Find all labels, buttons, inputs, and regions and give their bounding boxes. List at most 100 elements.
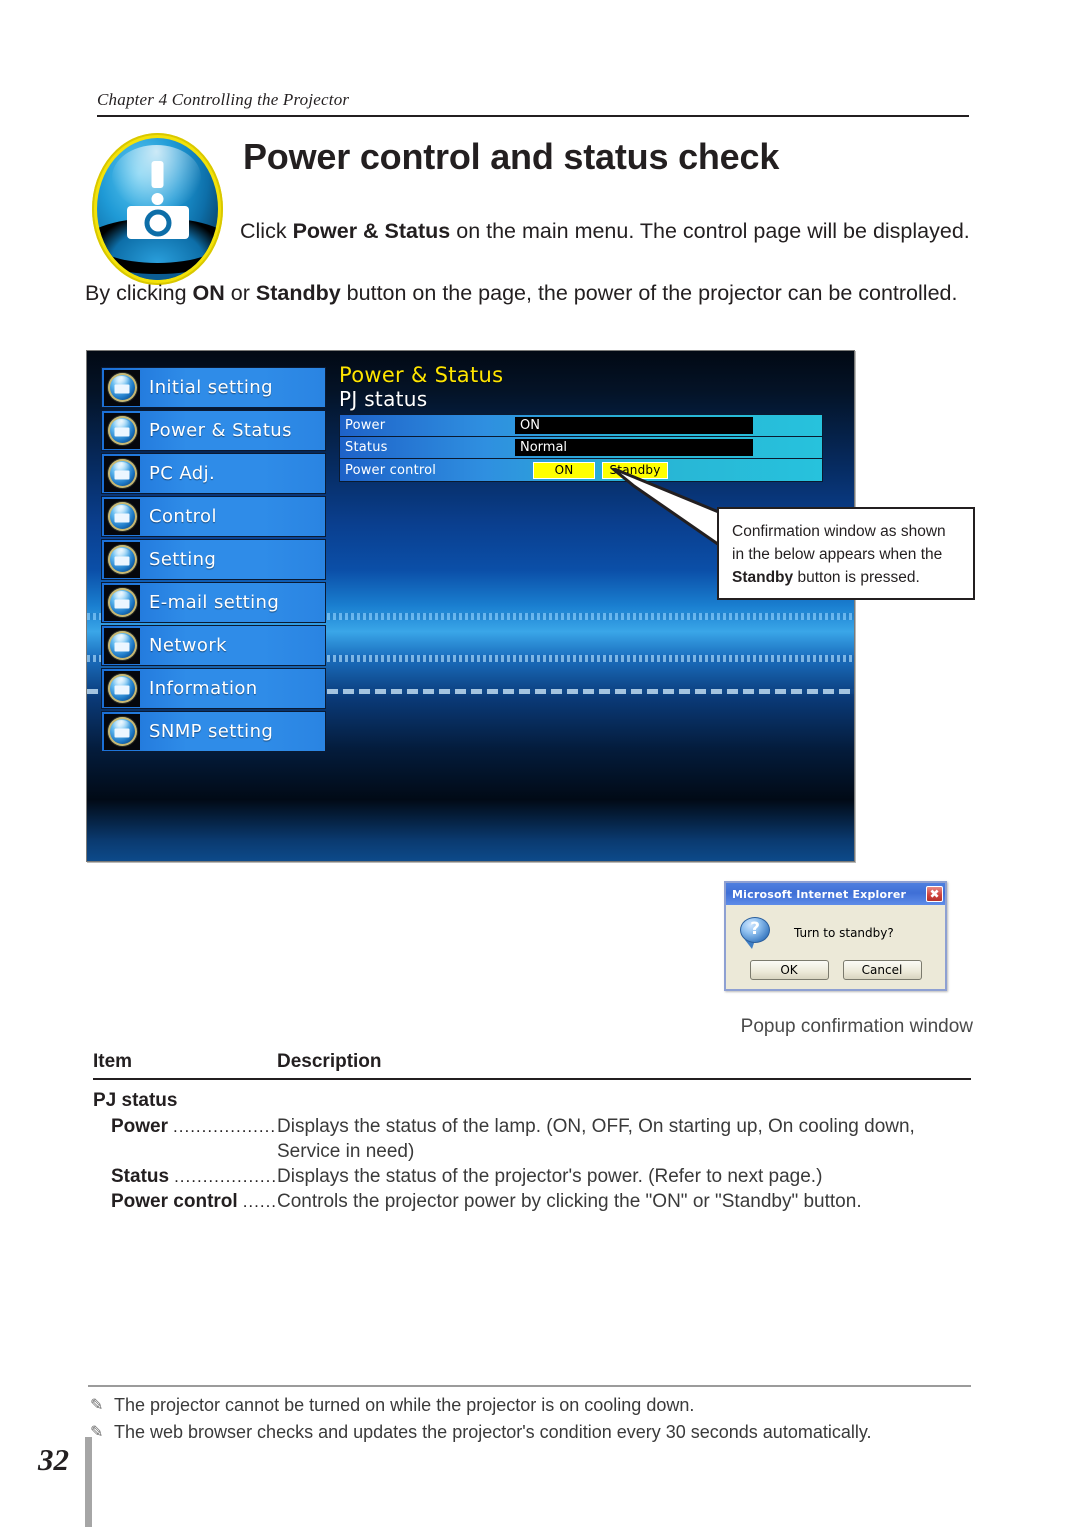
- pencil-icon: ✎: [90, 1397, 104, 1414]
- footer-rule: [88, 1385, 971, 1387]
- table-row: Power ON: [340, 415, 822, 437]
- ok-button[interactable]: OK: [749, 960, 829, 980]
- row-label: Power control: [345, 462, 437, 478]
- close-icon[interactable]: ✖: [926, 886, 943, 902]
- pencil-icon: ✎: [90, 1424, 104, 1441]
- intro-1-pre: Click: [240, 219, 293, 243]
- sidebar-item-network[interactable]: Network: [101, 625, 326, 666]
- dialog-titlebar: Microsoft Internet Explorer ✖: [726, 883, 945, 905]
- power-status-icon: [104, 412, 140, 449]
- column-header-description: Description: [277, 1051, 382, 1072]
- leader-dots: .........................: [174, 1167, 277, 1186]
- intro-2-bold-on: ON: [192, 281, 225, 305]
- footer-note-text: The projector cannot be turned on while …: [114, 1395, 695, 1415]
- sidebar-item-label: E-mail setting: [149, 591, 280, 613]
- network-icon: [104, 627, 140, 664]
- sidebar-item-label: Information: [149, 677, 258, 699]
- intro-paragraph-1: Click Power & Status on the main menu. T…: [240, 216, 971, 247]
- callout-line-3-bold: Standby: [732, 569, 794, 586]
- page-number: 32: [38, 1442, 69, 1477]
- sidebar-item-power-status[interactable]: Power & Status: [101, 410, 326, 451]
- power-on-button[interactable]: ON: [533, 461, 595, 479]
- status-value-field: Normal: [515, 439, 753, 456]
- sidebar-item-label: SNMP setting: [149, 720, 274, 742]
- leader-dots: ........................: [173, 1117, 277, 1136]
- sidebar-item-label: Control: [149, 505, 217, 527]
- leader-dots: ........: [242, 1192, 277, 1211]
- row-description: Displays the status of the lamp. (ON, OF…: [277, 1116, 915, 1162]
- row-description: Displays the status of the projector's p…: [277, 1166, 823, 1187]
- question-icon: ?: [740, 917, 772, 949]
- power-status-panel: Power & Status PJ status Power ON Status…: [339, 363, 833, 482]
- sidebar-item-label: PC Adj.: [149, 462, 216, 484]
- sidebar-item-pc-adj[interactable]: PC Adj.: [101, 453, 326, 494]
- projector-body-icon: [126, 206, 189, 240]
- item-description-table: Item Description PJ status Power .......…: [93, 1050, 971, 1214]
- snmp-setting-icon: [104, 713, 140, 750]
- sidebar-item-control[interactable]: Control: [101, 496, 326, 537]
- page-title: Power control and status check: [243, 136, 780, 177]
- page-header: Chapter 4 Controlling the Projector: [97, 90, 969, 117]
- panel-title: Power & Status: [339, 363, 504, 387]
- callout-line-3-rest: button is pressed.: [793, 569, 920, 586]
- power-value-field: ON: [515, 417, 753, 434]
- footer-note-text: The web browser checks and updates the p…: [114, 1422, 872, 1442]
- footer-note: ✎ The projector cannot be turned on whil…: [90, 1392, 980, 1419]
- sidebar-item-label: Initial setting: [149, 376, 273, 398]
- header-rule: [97, 115, 969, 117]
- sidebar-item-information[interactable]: Information: [101, 668, 326, 709]
- panel-subtitle: PJ status: [339, 387, 428, 411]
- intro-2-pre: By clicking: [85, 281, 193, 305]
- intro-2-bold-standby: Standby: [255, 281, 341, 305]
- setting-icon: [104, 541, 140, 578]
- row-term: Power: [111, 1116, 169, 1137]
- chapter-title: Chapter 4 Controlling the Projector: [97, 90, 350, 109]
- popup-caption: Popup confirmation window: [740, 1016, 973, 1037]
- table-row: Power control ........ Controls the proj…: [93, 1189, 971, 1214]
- table-row: Status Normal: [340, 437, 822, 459]
- table-row: Power ........................ Displays …: [93, 1114, 971, 1164]
- sidebar-item-label: Network: [149, 634, 227, 656]
- page-edge-bar: [85, 1437, 92, 1527]
- sidebar-item-email-setting[interactable]: E-mail setting: [101, 582, 326, 623]
- table-row: Status ......................... Display…: [93, 1164, 971, 1189]
- footer-note: ✎ The web browser checks and updates the…: [90, 1419, 980, 1446]
- lens-icon: [144, 209, 171, 237]
- callout-line-2: in the below appears when the: [732, 546, 943, 563]
- intro-paragraph-2: By clicking ON or Standby button on the …: [85, 278, 971, 309]
- intro-1-bold: Power & Status: [292, 219, 451, 243]
- row-term: Status: [111, 1166, 170, 1187]
- dialog-buttons: OK Cancel: [726, 960, 945, 980]
- projector-web-ui-screenshot: Initial setting Power & Status PC Adj. C…: [86, 350, 855, 862]
- exclamation-icon: [151, 160, 164, 205]
- email-setting-icon: [104, 584, 140, 621]
- sidebar-item-snmp-setting[interactable]: SNMP setting: [101, 711, 326, 752]
- footer-notes: ✎ The projector cannot be turned on whil…: [90, 1392, 980, 1446]
- sidebar-item-label: Power & Status: [149, 419, 292, 441]
- dialog-message: Turn to standby?: [794, 926, 894, 940]
- control-icon: [104, 498, 140, 535]
- row-description: Controls the projector power by clicking…: [277, 1191, 862, 1212]
- row-label: Status: [345, 440, 388, 455]
- column-header-item: Item: [93, 1051, 133, 1072]
- intro-2-post: button on the page, the power of the pro…: [340, 281, 958, 305]
- callout-line-1: Confirmation window as shown: [732, 523, 946, 540]
- row-term: Power control: [111, 1191, 238, 1212]
- sidebar-menu: Initial setting Power & Status PC Adj. C…: [101, 367, 326, 754]
- sidebar-item-initial-setting[interactable]: Initial setting: [101, 367, 326, 408]
- row-label: Power: [345, 418, 386, 433]
- table-rule: [93, 1078, 971, 1080]
- information-icon: [104, 670, 140, 707]
- logo-sphere: [97, 138, 218, 280]
- dialog-title: Microsoft Internet Explorer: [732, 887, 907, 901]
- sidebar-item-setting[interactable]: Setting: [101, 539, 326, 580]
- projector-alert-icon: [92, 133, 225, 288]
- dialog-body: ? Turn to standby?: [726, 905, 945, 949]
- sidebar-item-label: Setting: [149, 548, 217, 570]
- initial-setting-icon: [104, 369, 140, 406]
- table-group-label: PJ status: [93, 1090, 178, 1111]
- intro-1-post: on the main menu. The control page will …: [450, 219, 970, 243]
- intro-2-mid: or: [224, 281, 256, 305]
- popup-confirmation-dialog: Microsoft Internet Explorer ✖ ? Turn to …: [724, 881, 947, 991]
- cancel-button[interactable]: Cancel: [842, 960, 922, 980]
